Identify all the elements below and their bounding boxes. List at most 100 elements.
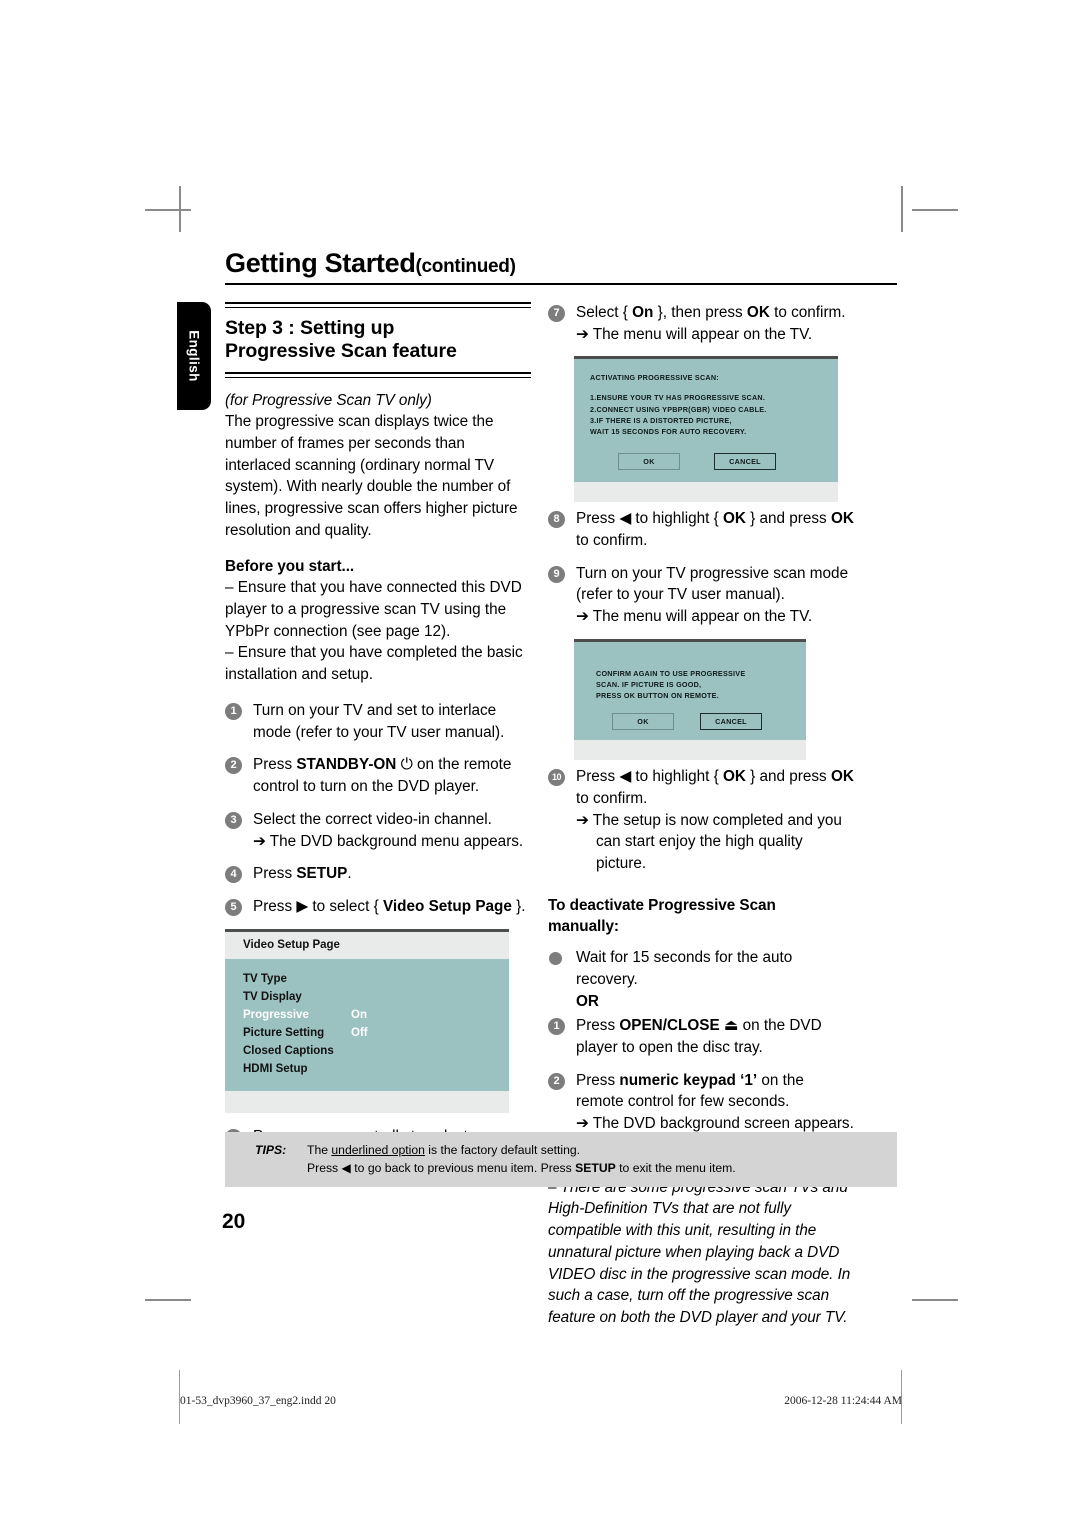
dialog-2-line-3: PRESS OK BUTTON ON REMOTE. xyxy=(596,690,719,700)
step-text-1: Turn on your TV and set to interlace mod… xyxy=(253,701,505,741)
tips-text-1: The underlined option is the factory def… xyxy=(307,1141,580,1159)
before-item-1: – Ensure that you have connected this DV… xyxy=(225,579,522,640)
standby-on-keyword: STANDBY-ON xyxy=(296,756,397,774)
deactivate-bullet-item: Wait for 15 seconds for the auto recover… xyxy=(548,947,854,990)
deactivate-step-2: 2 Press numeric keypad ‘1’ on the remote… xyxy=(548,1070,854,1135)
tips-line2-pre: Press ◀ to go back to previous menu item… xyxy=(307,1161,576,1176)
language-tab-label: English xyxy=(186,330,202,382)
dialog-1-cancel-button[interactable]: CANCEL xyxy=(714,453,776,471)
step-text-8-mid: } and press xyxy=(745,510,831,528)
step-item-8: 8 Press ◀ to highlight { OK } and press … xyxy=(548,508,854,551)
tv-screenshot-video-setup-page: Video Setup Page TV Type TV Display Prog… xyxy=(225,928,509,1113)
tv-menu-row: Closed Captions xyxy=(243,1042,509,1060)
step3-heading: Step 3 : Setting up Progressive Scan fea… xyxy=(225,317,531,365)
step-text-2-pre: Press xyxy=(253,756,297,774)
deactivate-step-number-2: 2 xyxy=(548,1072,565,1090)
tv-menu-label: Closed Captions xyxy=(243,1045,334,1058)
bullet-dot-icon xyxy=(549,952,562,966)
step-number-9: 9 xyxy=(548,565,565,583)
dialog-1-line-4: WAIT 15 SECONDS FOR AUTO RECOVERY. xyxy=(590,426,747,436)
page-title-continued: (continued) xyxy=(415,256,516,277)
deactivate-step-1: 1 Press OPEN/CLOSE ⏏ on the DVD player t… xyxy=(548,1015,854,1058)
dialog-2-content: CONFIRM AGAIN TO USE PROGRESSIVE SCAN. I… xyxy=(574,642,806,740)
dialog-1-line-3: 3.IF THERE IS A DISTORTED PICTURE, xyxy=(590,415,732,425)
step-text-8-pre: Press ◀ to highlight { xyxy=(576,510,723,528)
page-title-main: Getting Started xyxy=(225,248,416,278)
ok-keyword: OK xyxy=(722,768,746,786)
step-result-7: ➔ The menu will appear on the TV. xyxy=(576,325,813,343)
step-item-9: 9 Turn on your TV progressive scan mode … xyxy=(548,563,854,628)
deactivate-step-1-pre: Press xyxy=(576,1017,620,1035)
setup-keyword-footer: SETUP xyxy=(575,1161,616,1176)
step-text-4-post: . xyxy=(347,865,352,883)
crop-mark-bottom-right-horizontal xyxy=(912,1299,958,1301)
dialog-1-content: ACTIVATING PROGRESSIVE SCAN: 1.ENSURE YO… xyxy=(574,359,838,482)
ok-keyword-2: OK xyxy=(830,768,854,786)
step-text-7-post: to confirm. xyxy=(769,304,846,321)
dialog-2-footer-bar xyxy=(574,740,806,761)
title-underline xyxy=(225,283,897,285)
step-item-1: 1 Turn on your TV and set to interlace m… xyxy=(225,700,531,743)
dialog-2-ok-button[interactable]: OK xyxy=(612,713,674,731)
deactivate-heading-line1: To deactivate Progressive Scan xyxy=(548,896,776,914)
dialog-2-cancel-button[interactable]: CANCEL xyxy=(700,713,762,731)
tv-menu-row: HDMI Setup xyxy=(243,1060,509,1078)
page-title: Getting Started(continued) xyxy=(225,250,897,277)
tv-menu-label: Picture Setting xyxy=(243,1027,325,1040)
tips-line2-post: to exit the menu item. xyxy=(615,1161,736,1176)
numeric-keypad-keyword: numeric keypad ‘1’ xyxy=(619,1071,758,1089)
intro-italic-note: (for Progressive Scan TV only) xyxy=(225,391,432,409)
deactivate-heading: To deactivate Progressive Scan manually: xyxy=(548,895,854,938)
tv-screen-footer-bar xyxy=(225,1090,509,1113)
tv-menu-label: TV Type xyxy=(243,972,287,985)
intro-paragraph: The progressive scan displays twice the … xyxy=(225,413,518,539)
ok-keyword-2: OK xyxy=(830,510,854,528)
dialog-1-ok-button[interactable]: OK xyxy=(618,453,680,471)
page-header: Getting Started(continued) xyxy=(225,250,897,285)
deactivate-heading-line2: manually: xyxy=(548,918,619,936)
step-text-7-mid: }, then press xyxy=(653,304,747,321)
step-item-4: 4 Press SETUP. xyxy=(225,863,531,885)
step-number-1: 1 xyxy=(225,702,242,720)
step-text-9: Turn on your TV progressive scan mode (r… xyxy=(576,564,849,604)
left-column: Step 3 : Setting up Progressive Scan fea… xyxy=(225,302,531,1180)
crop-mark-top-right-horizontal xyxy=(912,209,958,211)
manual-page: Getting Started(continued) English Step … xyxy=(177,210,902,1326)
dialog-2-buttons: OK CANCEL xyxy=(596,713,792,731)
tips-label-spacer xyxy=(255,1159,307,1177)
step-text-4-pre: Press xyxy=(253,865,297,883)
ok-keyword: OK xyxy=(722,510,746,528)
tips-line1-post: is the factory default setting. xyxy=(424,1143,581,1157)
tv-menu-value: Off xyxy=(351,1027,368,1040)
dialog-1-footer-bar xyxy=(574,482,838,503)
step3-heading-line1: Step 3 : Setting up xyxy=(225,316,395,339)
step-number-3: 3 xyxy=(225,811,242,829)
open-close-keyword: OPEN/CLOSE xyxy=(619,1017,720,1035)
step-item-3: 3 Select the correct video-in channel. ➔… xyxy=(225,809,531,852)
tips-label: TIPS: xyxy=(255,1143,287,1157)
dialog-2-line-2: SCAN. IF PICTURE IS GOOD, xyxy=(596,679,702,689)
tips-row-1: TIPS: The underlined option is the facto… xyxy=(225,1141,897,1159)
step-number-2: 2 xyxy=(225,757,242,775)
section-rule-top xyxy=(225,302,531,308)
dialog-2-line-1: CONFIRM AGAIN TO USE PROGRESSIVE xyxy=(596,668,746,678)
deactivate-bullet-text: Wait for 15 seconds for the auto recover… xyxy=(576,949,793,988)
step-number-10: 10 xyxy=(548,769,565,787)
tip-body: – There are some progressive scan TVs an… xyxy=(548,1178,851,1326)
tips-footer-band: TIPS: The underlined option is the facto… xyxy=(225,1132,897,1188)
step-item-5: 5 Press ▶ to select { Video Setup Page }… xyxy=(225,896,531,918)
tv-menu-row: Picture Setting Off xyxy=(243,1024,509,1042)
step-text-3: Select the correct video-in channel. xyxy=(253,810,492,828)
step-text-5-pre: Press ▶ to select { xyxy=(253,897,383,915)
deactivate-step-2-pre: Press xyxy=(576,1071,620,1089)
tv-menu-row: TV Display xyxy=(243,988,509,1006)
deactivate-step-number-1: 1 xyxy=(548,1018,565,1036)
step-text-10-post: to confirm. xyxy=(576,789,648,807)
tv-screen-menu-list: TV Type TV Display Progressive On Pictur… xyxy=(225,958,509,1091)
step-number-8: 8 xyxy=(548,511,565,529)
step-number-7: 7 xyxy=(548,305,565,322)
